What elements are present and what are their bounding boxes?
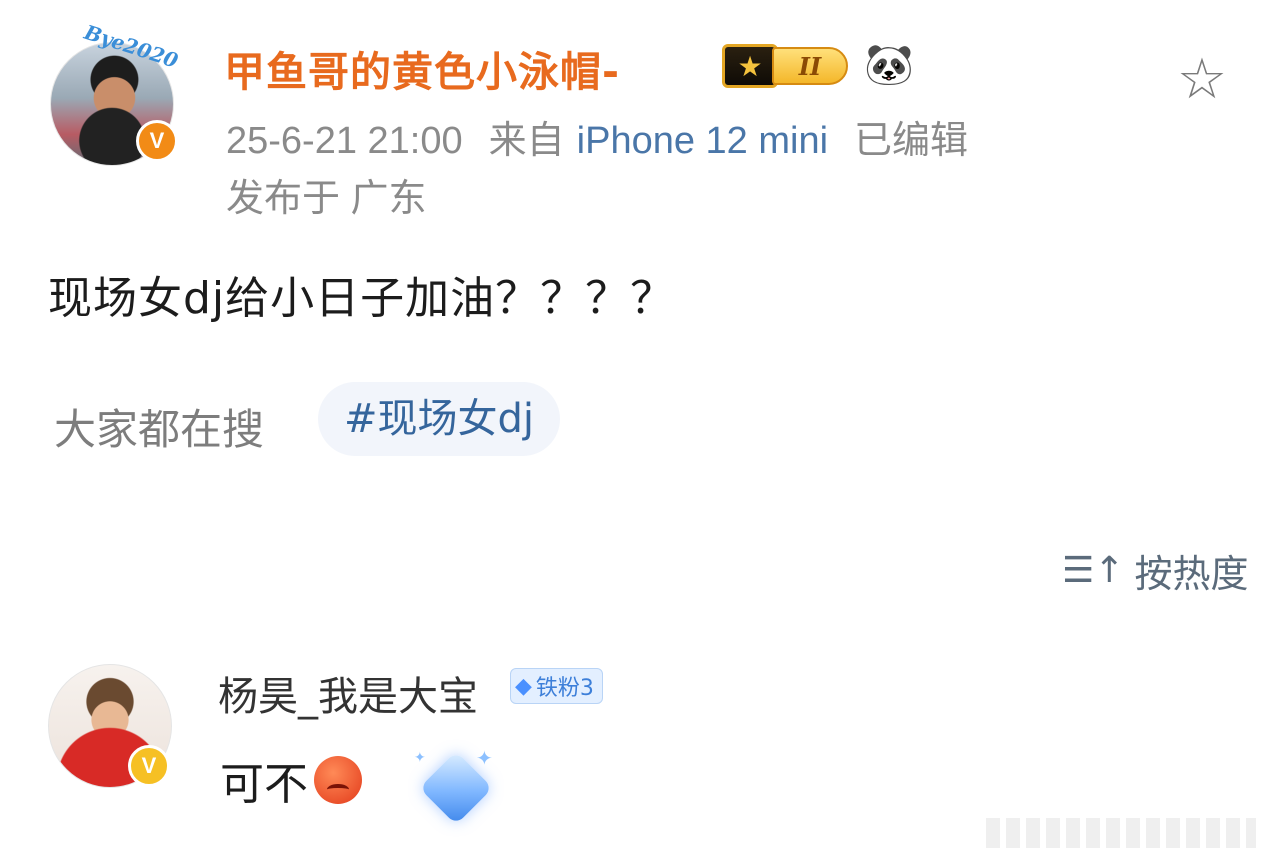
- vip-badge[interactable]: ★ II: [722, 42, 850, 90]
- crown-icon: ★: [722, 44, 778, 88]
- post-timestamp: 25-6-21 21:00: [226, 120, 463, 162]
- device-link[interactable]: iPhone 12 mini: [577, 120, 828, 162]
- sort-icon: ☰↑: [1062, 549, 1125, 591]
- comment-text: 可不: [220, 748, 362, 812]
- post-location: 发布于 广东: [226, 178, 427, 220]
- favorite-star-icon[interactable]: ☆: [1172, 50, 1232, 110]
- trending-topic-chip[interactable]: #现场女dj: [318, 382, 561, 456]
- comment-text-content: 可不: [220, 759, 308, 810]
- angry-face-emoji-icon: [314, 756, 362, 804]
- fan-badge[interactable]: ◆ 铁粉3: [510, 668, 603, 704]
- sort-label: 按热度: [1134, 551, 1249, 596]
- source-prefix: 来自: [488, 120, 565, 162]
- twinkle-icon: ✦: [476, 746, 493, 770]
- verified-badge-icon: V: [136, 120, 178, 162]
- post-meta: 25-6-21 21:00 来自 iPhone 12 mini 已编辑 发布于 广东: [226, 112, 1106, 228]
- comment-verified-badge-icon: V: [128, 745, 170, 787]
- twinkle-icon-small: ✦: [414, 750, 426, 766]
- author-name[interactable]: 甲鱼哥的黄色小泳帽-: [224, 38, 620, 98]
- panda-icon: 🐼: [864, 42, 914, 88]
- bottom-overlay-bar: [986, 818, 1256, 848]
- diamond-icon: ◆: [515, 673, 532, 699]
- post-text: 现场女dj给小日子加油？？？？: [48, 273, 676, 324]
- comment-author-name[interactable]: 杨昊_我是大宝: [218, 664, 478, 722]
- sort-button[interactable]: ☰↑ 按热度: [1062, 545, 1249, 596]
- vip-level: II: [772, 47, 848, 85]
- trending-search-label: 大家都在搜: [54, 405, 265, 454]
- fan-badge-label: 铁粉3: [535, 676, 594, 701]
- sparkle-diamond-icon: ✦ ✦: [408, 728, 518, 838]
- edited-label[interactable]: 已编辑: [854, 120, 968, 162]
- weibo-post-page: Bye2020 V 甲鱼哥的黄色小泳帽- ★ II 🐼 ☆ 25-6-21 21…: [0, 0, 1280, 868]
